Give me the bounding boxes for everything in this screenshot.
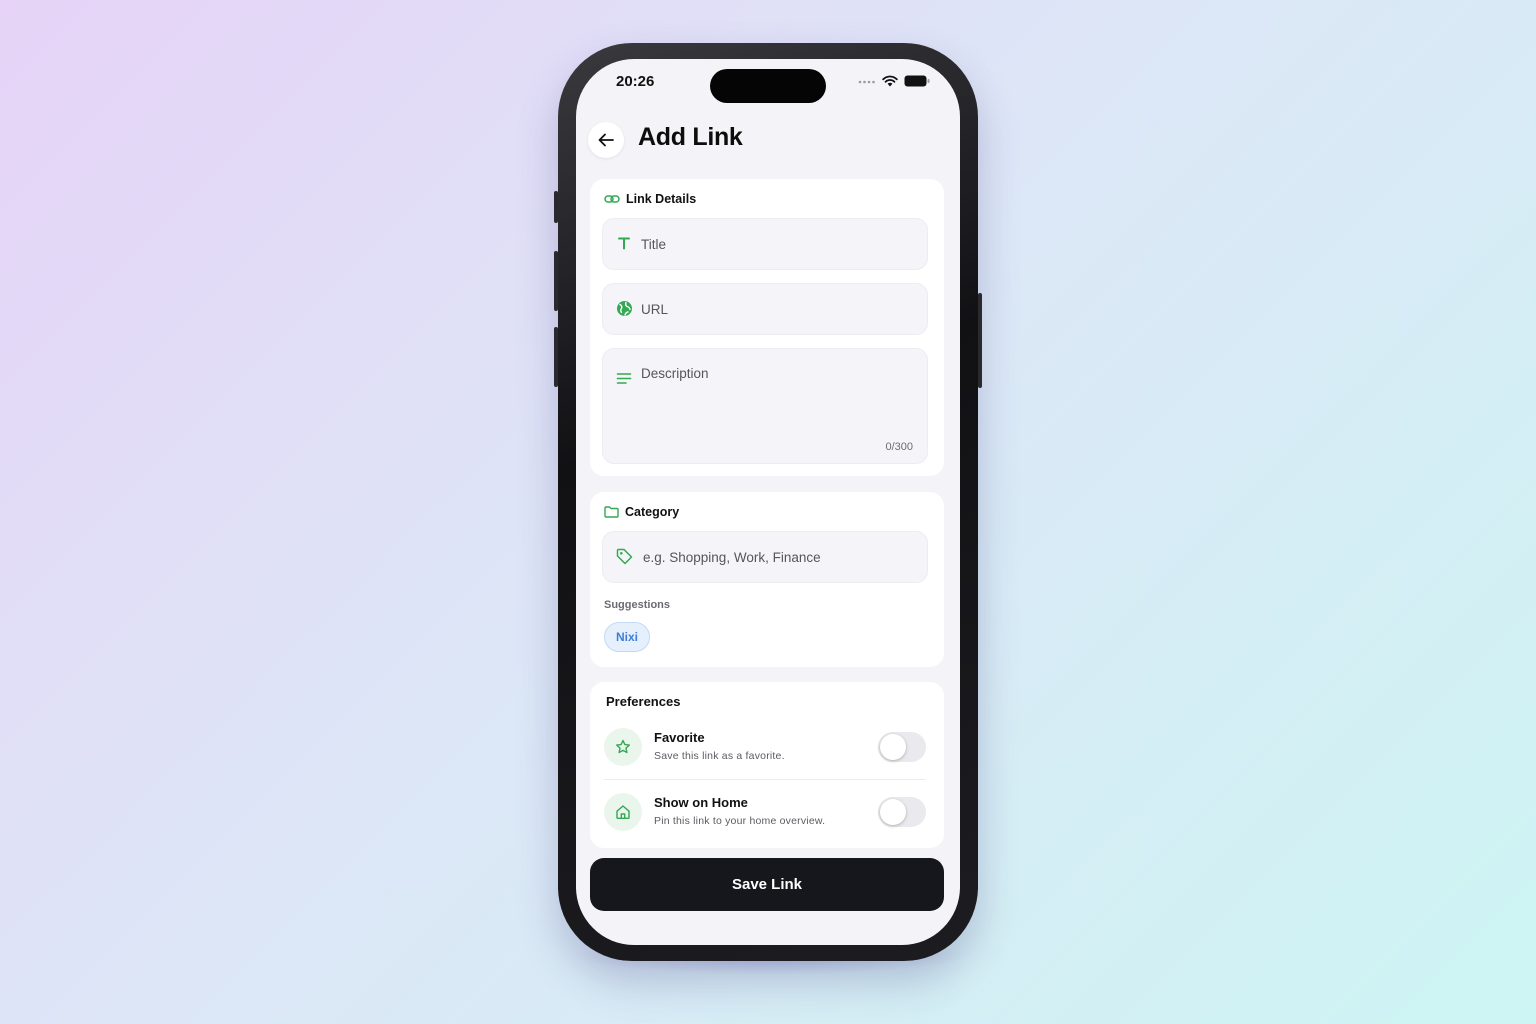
category-field[interactable] [602, 531, 928, 583]
description-input[interactable] [641, 366, 911, 426]
show-on-home-row: Show on Home Pin this link to your home … [604, 785, 926, 841]
battery-icon [904, 75, 930, 87]
cellular-dots-icon [858, 80, 875, 84]
link-details-header: Link Details [604, 192, 696, 206]
description-char-count: 0/300 [885, 441, 913, 453]
lines-icon [615, 369, 633, 387]
description-field[interactable]: 0/300 [602, 348, 928, 464]
category-header: Category [604, 505, 679, 519]
preferences-divider [604, 779, 926, 780]
arrow-left-icon [598, 133, 614, 147]
title-input[interactable] [641, 219, 911, 269]
show-on-home-toggle[interactable] [878, 797, 926, 827]
toggle-knob [880, 734, 906, 760]
wifi-icon [882, 75, 898, 87]
dynamic-island [710, 69, 826, 103]
globe-icon [615, 299, 633, 317]
category-card: Category Suggestions Nixi [590, 492, 944, 667]
preferences-card: Preferences Favorite Save this link as a… [590, 682, 944, 848]
link-icon [604, 195, 620, 203]
status-icons [858, 75, 930, 87]
action-button [554, 191, 558, 223]
page-title: Add Link [638, 123, 743, 151]
back-button[interactable] [588, 122, 624, 158]
category-title: Category [625, 505, 680, 519]
show-on-home-description: Pin this link to your home overview. [654, 815, 826, 827]
link-details-title: Link Details [626, 192, 697, 206]
volume-down-button [554, 327, 558, 387]
home-icon [604, 793, 642, 831]
url-input[interactable] [641, 284, 911, 334]
favorite-description: Save this link as a favorite. [654, 750, 785, 762]
suggestions-label: Suggestions [604, 599, 671, 611]
favorite-toggle[interactable] [878, 732, 926, 762]
volume-up-button [554, 251, 558, 311]
show-on-home-title: Show on Home [654, 795, 748, 810]
power-button [978, 293, 982, 388]
preferences-title: Preferences [606, 694, 681, 709]
toggle-knob [880, 799, 906, 825]
app-screen: 20:26 Add Link Link Details Title URL De… [576, 59, 960, 945]
text-t-icon [615, 234, 633, 252]
star-icon [604, 728, 642, 766]
link-details-card: Link Details Title URL Description 0/300 [590, 179, 944, 476]
status-time: 20:26 [616, 73, 655, 90]
suggestion-chip[interactable]: Nixi [604, 622, 651, 652]
favorite-row: Favorite Save this link as a favorite. [604, 720, 926, 776]
save-link-button[interactable]: Save Link [590, 858, 944, 911]
url-field[interactable] [602, 283, 928, 335]
category-input[interactable] [643, 532, 918, 582]
folder-icon [604, 506, 619, 518]
favorite-title: Favorite [654, 730, 705, 745]
title-field[interactable] [602, 218, 928, 270]
tag-icon [615, 547, 633, 565]
